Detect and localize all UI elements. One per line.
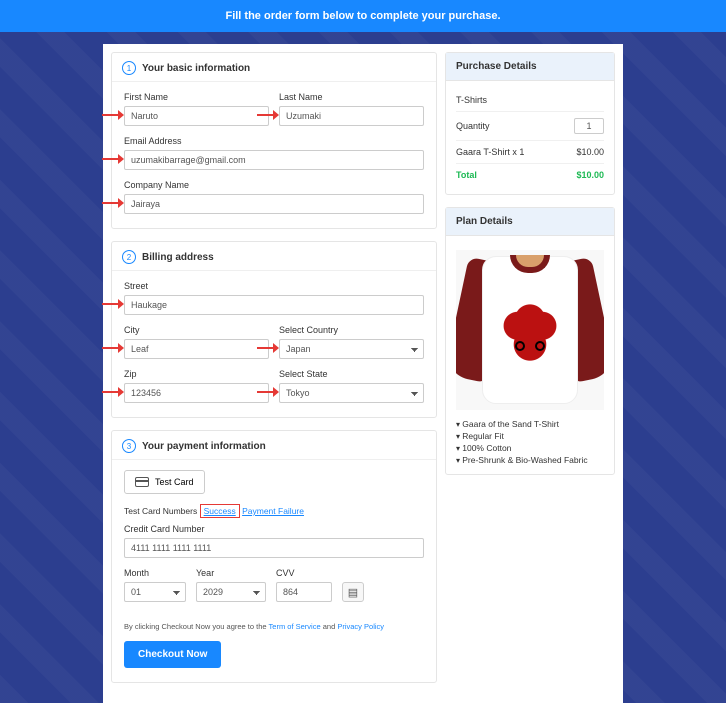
- street-input[interactable]: [124, 295, 424, 315]
- checkout-button[interactable]: Checkout Now: [124, 641, 221, 668]
- step-1-badge: 1: [122, 61, 136, 75]
- zip-input[interactable]: [124, 383, 269, 403]
- plan-bullet: Pre-Shrunk & Bio-Washed Fabric: [456, 454, 604, 466]
- cc-label: Credit Card Number: [124, 524, 424, 534]
- card-brand-icon: ▤: [342, 582, 364, 602]
- line-item-price: $10.00: [576, 147, 604, 157]
- plan-details-card: Plan Details Gaara of the Sa: [445, 207, 615, 475]
- state-select[interactable]: Tokyo: [279, 383, 424, 403]
- agree-text: By clicking Checkout Now you agree to th…: [124, 622, 424, 631]
- step-2-badge: 2: [122, 250, 136, 264]
- left-column: 1 Your basic information First Name Last…: [111, 52, 437, 695]
- right-column: Purchase Details T-Shirts Quantity Gaara…: [445, 52, 615, 695]
- country-label: Select Country: [279, 325, 424, 335]
- city-input[interactable]: [124, 339, 269, 359]
- cvv-input[interactable]: [276, 582, 332, 602]
- month-label: Month: [124, 568, 186, 578]
- arrow-icon: [102, 301, 124, 307]
- step-3-badge: 3: [122, 439, 136, 453]
- email-label: Email Address: [124, 136, 424, 146]
- city-label: City: [124, 325, 269, 335]
- year-label: Year: [196, 568, 266, 578]
- arrow-icon: [102, 156, 124, 162]
- product-image: [456, 250, 604, 410]
- arrow-icon: [102, 112, 124, 118]
- plan-bullets: Gaara of the Sand T-Shirt Regular Fit 10…: [456, 418, 604, 466]
- page: 1 Your basic information First Name Last…: [103, 44, 623, 703]
- total-price: $10.00: [576, 170, 604, 180]
- plan-bullet: 100% Cotton: [456, 442, 604, 454]
- line-item-label: Gaara T-Shirt x 1: [456, 147, 524, 157]
- state-label: Select State: [279, 369, 424, 379]
- email-input[interactable]: [124, 150, 424, 170]
- quantity-input[interactable]: [574, 118, 604, 134]
- purchase-details-card: Purchase Details T-Shirts Quantity Gaara…: [445, 52, 615, 195]
- purchase-details-head: Purchase Details: [446, 53, 614, 81]
- plan-details-head: Plan Details: [446, 208, 614, 236]
- quantity-label: Quantity: [456, 121, 490, 131]
- first-name-label: First Name: [124, 92, 269, 102]
- arrow-icon: [102, 200, 124, 206]
- month-select[interactable]: 01: [124, 582, 186, 602]
- plan-bullet: Regular Fit: [456, 430, 604, 442]
- last-name-input[interactable]: [279, 106, 424, 126]
- privacy-link[interactable]: Privacy Policy: [337, 622, 384, 631]
- zip-label: Zip: [124, 369, 269, 379]
- payment-title: Your payment information: [142, 441, 266, 452]
- credit-card-icon: [135, 477, 149, 487]
- basic-info-card: 1 Your basic information First Name Last…: [111, 52, 437, 229]
- billing-card: 2 Billing address Street City: [111, 241, 437, 418]
- plan-bullet: Gaara of the Sand T-Shirt: [456, 418, 604, 430]
- payment-card: 3 Your payment information Test Card Tes…: [111, 430, 437, 683]
- street-label: Street: [124, 281, 424, 291]
- last-name-label: Last Name: [279, 92, 424, 102]
- country-select[interactable]: Japan: [279, 339, 424, 359]
- year-select[interactable]: 2029: [196, 582, 266, 602]
- company-label: Company Name: [124, 180, 424, 190]
- billing-title: Billing address: [142, 252, 214, 263]
- page-banner: Fill the order form below to complete yo…: [0, 0, 726, 32]
- cc-number-input[interactable]: [124, 538, 424, 558]
- basic-info-title: Your basic information: [142, 63, 250, 74]
- tos-link[interactable]: Term of Service: [269, 622, 321, 631]
- total-label: Total: [456, 170, 477, 180]
- arrow-icon: [102, 389, 124, 395]
- company-input[interactable]: [124, 194, 424, 214]
- test-card-label: Test Card: [155, 477, 194, 487]
- test-card-button[interactable]: Test Card: [124, 470, 205, 494]
- arrow-icon: [102, 345, 124, 351]
- cvv-label: CVV: [276, 568, 332, 578]
- item-name: T-Shirts: [456, 95, 487, 105]
- first-name-input[interactable]: [124, 106, 269, 126]
- test-card-numbers-line: Test Card Numbers Success Payment Failur…: [124, 506, 424, 516]
- success-link[interactable]: Success: [200, 504, 240, 518]
- payment-failure-link[interactable]: Payment Failure: [242, 506, 304, 516]
